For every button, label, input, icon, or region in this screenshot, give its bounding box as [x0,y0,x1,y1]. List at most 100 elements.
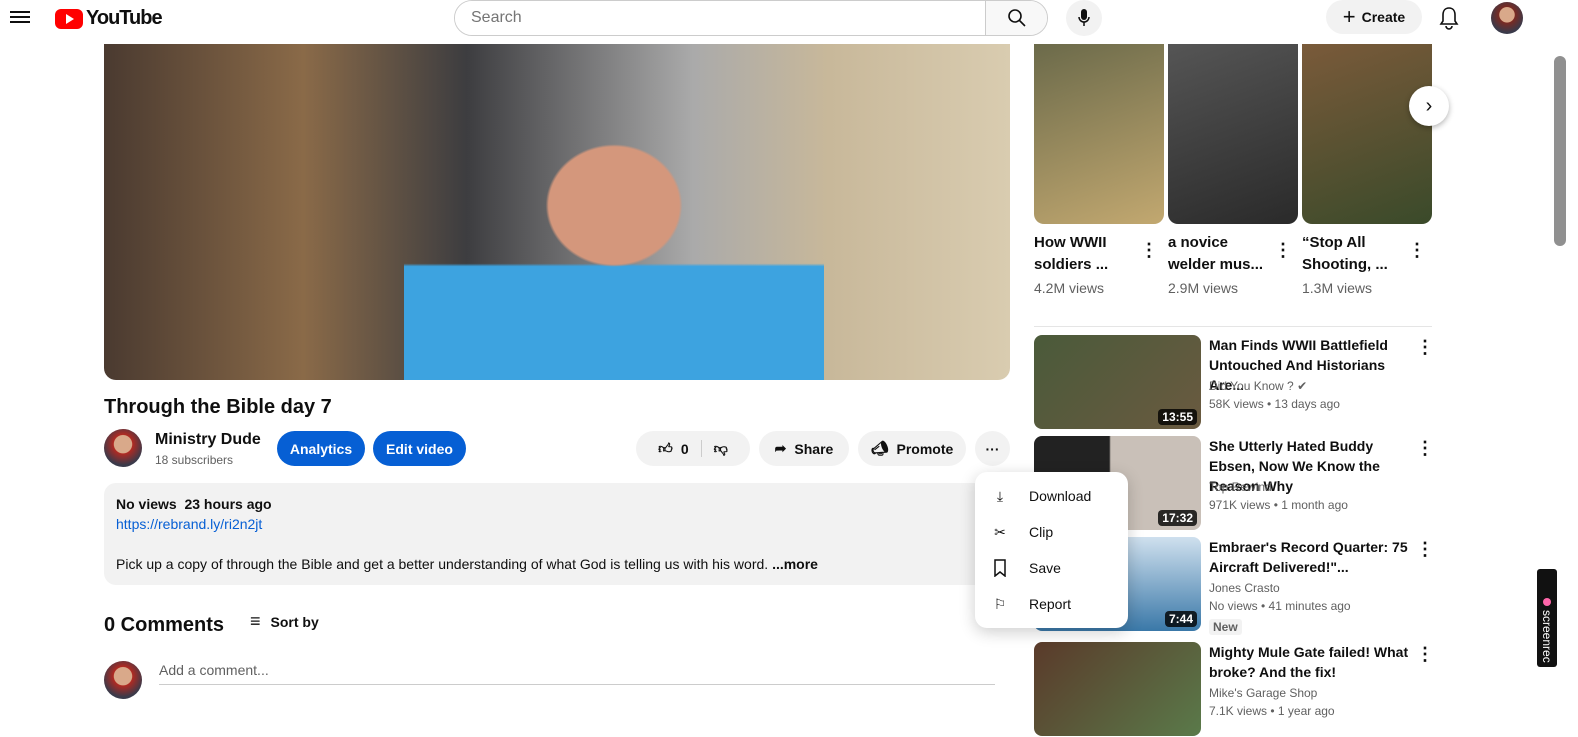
video-stats: 971K views • 1 month ago [1209,498,1348,512]
kebab-menu-icon[interactable]: ⋮ [1274,240,1292,261]
create-button[interactable]: + Create [1326,0,1422,34]
page-scrollbar[interactable] [1554,56,1566,246]
thumbs-down-icon: 👎︎ [713,440,728,456]
new-badge: New [1209,619,1242,635]
commenter-avatar [104,661,142,699]
share-button[interactable]: ➦ Share [759,431,849,466]
search-button[interactable] [985,1,1047,35]
short-thumbnail [1034,44,1164,224]
menu-label: Download [1029,488,1092,504]
dislike-button[interactable]: 👎︎ [702,440,728,457]
chevron-right-icon: › [1425,94,1433,117]
hamburger-menu-icon[interactable] [10,8,30,26]
channel-name: Did You Know ? ✔ [1209,379,1308,393]
description-link[interactable]: https://rebrand.ly/ri2n2jt [116,516,262,532]
edit-video-button[interactable]: Edit video [373,431,466,466]
kebab-menu-icon[interactable]: ⋮ [1416,337,1434,358]
short-views: 4.2M views [1034,280,1105,296]
duration-badge: 17:32 [1158,510,1197,526]
bookmark-icon [991,559,1009,577]
create-label: Create [1361,9,1406,25]
menu-item-clip[interactable]: ✂ Clip [975,514,1128,550]
analytics-button[interactable]: Analytics [277,431,365,466]
sort-icon: ≡ [250,611,261,631]
short-title: “Stop All Shooting, ... [1302,234,1388,273]
megaphone-icon: 📣︎ [870,440,889,456]
account-avatar[interactable] [1491,2,1523,34]
kebab-menu-icon[interactable]: ⋮ [1416,539,1434,560]
video-title: Mighty Mule Gate failed! What broke? And… [1209,644,1409,680]
comments-count: 0 Comments [104,614,225,636]
youtube-logo[interactable]: YouTube [55,7,163,30]
microphone-icon [1078,9,1090,26]
menu-label: Save [1029,560,1061,576]
promote-label: Promote [896,440,954,457]
video-stats: 7.1K views • 1 year ago [1209,704,1335,718]
video-title: Through the Bible day 7 [104,396,332,418]
menu-label: Clip [1029,524,1054,540]
duration-badge: 7:44 [1164,611,1197,627]
kebab-menu-icon[interactable]: ⋮ [1140,240,1158,261]
short-title: a novice welder mus... [1168,234,1264,273]
channel-name[interactable]: Ministry Dude [155,431,261,449]
menu-label: Report [1029,596,1072,612]
recommended-video[interactable]: Mighty Mule Gate failed! What broke? And… [1034,642,1434,737]
kebab-menu-icon[interactable]: ⋮ [1416,438,1434,459]
thumbs-up-icon: 👍︎ [658,440,673,456]
more-link[interactable]: ...more [772,556,818,572]
promote-button[interactable]: 📣︎ Promote [858,431,966,466]
like-count: 0 [680,440,689,457]
more-actions-menu: ⤓ Download ✂ Clip Save ⚐ Report [975,472,1128,628]
menu-item-report[interactable]: ⚐ Report [975,586,1128,622]
more-horizontal-icon: ··· [985,440,1000,457]
like-button[interactable]: 👍︎ 0 [658,440,702,457]
view-and-date: No views 23 hours ago [116,496,272,512]
logo-text: YouTube [86,7,163,29]
flag-icon: ⚐ [993,595,1007,612]
top-bar: YouTube + Create [0,0,1578,40]
description-text: Pick up a copy of through the Bible and … [116,556,818,572]
scissors-icon: ✂ [994,523,1006,540]
add-comment-input[interactable]: Add a comment... [159,662,995,685]
channel-name: Top Rewind [1209,480,1272,494]
shorts-next-button[interactable]: › [1409,86,1449,126]
kebab-menu-icon[interactable]: ⋮ [1416,644,1434,665]
short-item[interactable]: How WWII soldiers ... ⋮ 4.2M views [1034,44,1164,296]
youtube-play-icon [55,8,83,29]
screenrec-label: screenrec [1540,610,1554,663]
voice-search-button[interactable] [1066,0,1102,36]
download-icon: ⤓ [996,487,1004,504]
description-box[interactable]: No views 23 hours ago https://rebrand.ly… [104,483,1010,585]
video-player[interactable] [104,44,1010,380]
sort-label: Sort by [270,613,319,630]
subscriber-count: 18 subscribers [155,453,234,467]
recommended-video[interactable]: 13:55 Man Finds WWII Battlefield Untouche… [1034,335,1434,430]
short-title: How WWII soldiers ... [1034,234,1109,273]
notifications-bell-icon[interactable] [1438,6,1460,30]
short-thumbnail [1302,44,1432,224]
like-dislike-group: 👍︎ 0 👎︎ [636,431,750,466]
search-icon [1007,9,1026,27]
short-item[interactable]: a novice welder mus... ⋮ 2.9M views [1168,44,1298,296]
more-actions-button[interactable]: ··· [975,431,1010,466]
short-item[interactable]: “Stop All Shooting, ... ⋮ 1.3M views [1302,44,1432,296]
description-body: Pick up a copy of through the Bible and … [116,556,773,572]
kebab-menu-icon[interactable]: ⋮ [1408,240,1426,261]
search-input[interactable] [455,1,985,35]
short-thumbnail [1168,44,1298,224]
search-box [454,0,1048,36]
channel-avatar[interactable] [104,429,142,467]
plus-icon: + [1342,4,1356,29]
screenrec-widget[interactable]: screenrec [1537,569,1557,667]
menu-item-download[interactable]: ⤓ Download [975,478,1128,514]
channel-name: Jones Crasto [1209,581,1280,595]
video-title: Embraer's Record Quarter: 75 Aircraft De… [1209,539,1408,575]
video-stats: No views • 41 minutes ago [1209,599,1351,613]
channel-name: Mike's Garage Shop [1209,686,1318,700]
video-thumbnail [1034,642,1201,736]
video-thumbnail: 13:55 [1034,335,1201,429]
menu-item-save[interactable]: Save [975,550,1128,586]
sort-by-button[interactable]: ≡ Sort by [250,611,319,632]
record-dot-icon [1543,598,1551,607]
video-stats: 58K views • 13 days ago [1209,397,1340,411]
